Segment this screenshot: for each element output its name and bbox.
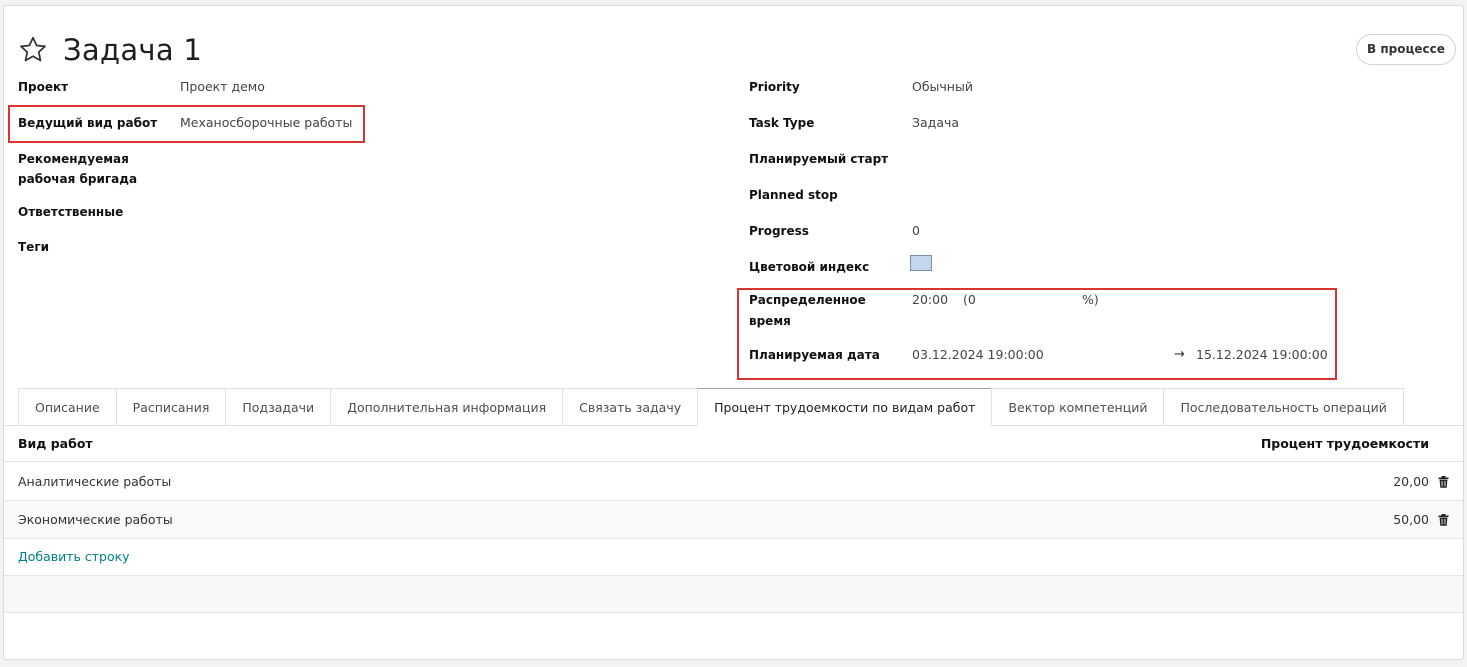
table-header: Вид работ Процент трудоемкости <box>4 426 1463 462</box>
row-work-type[interactable]: Аналитические работы <box>18 463 171 501</box>
progress-field[interactable]: 0 <box>912 220 920 242</box>
table-row[interactable]: Аналитические работы 20,00 <box>4 463 1463 501</box>
lead-work-field[interactable]: Механосборочные работы <box>180 112 352 134</box>
empty-row <box>4 576 1463 613</box>
allocated-time-label-line2: время <box>749 314 791 328</box>
allocated-time-label-line1: Распределенное <box>749 293 866 307</box>
planned-date-label: Планируемая дата <box>749 348 880 362</box>
project-label: Проект <box>18 80 69 94</box>
allocated-percent-suffix: %) <box>1082 292 1099 307</box>
priority-label: Priority <box>749 80 800 94</box>
row-percent[interactable]: 20,00 <box>1393 463 1429 501</box>
add-line-row: Добавить строку <box>4 539 1463 576</box>
column-header-percent[interactable]: Процент трудоемкости <box>1261 426 1429 462</box>
progress-label: Progress <box>749 224 809 238</box>
tab-description[interactable]: Описание <box>18 388 116 426</box>
planned-date-start-field[interactable]: 03.12.2024 19:00:00 <box>912 344 1044 366</box>
task-type-label: Task Type <box>749 116 815 130</box>
crew-label-line2: рабочая бригада <box>18 172 138 186</box>
task-type-field[interactable]: Задача <box>912 112 959 134</box>
tags-label: Теги <box>18 240 50 254</box>
star-outline-icon[interactable] <box>18 35 48 65</box>
color-index-swatch[interactable] <box>910 255 932 271</box>
planned-start-label: Планируемый старт <box>749 152 889 166</box>
trash-icon[interactable] <box>1438 514 1449 526</box>
responsible-label: Ответственные <box>18 205 124 219</box>
color-index-label: Цветовой индекс <box>749 260 870 274</box>
column-header-work-type[interactable]: Вид работ <box>18 426 93 462</box>
row-work-type[interactable]: Экономические работы <box>18 501 173 539</box>
table-row[interactable]: Экономические работы 50,00 <box>4 501 1463 539</box>
allocated-time-field[interactable]: 20:00 <box>912 289 948 311</box>
crew-label-line1: Рекомендуемая <box>18 152 129 166</box>
tab-subtasks[interactable]: Подзадачи <box>225 388 331 426</box>
title-row: Задача 1 <box>18 30 202 70</box>
tab-schedules[interactable]: Расписания <box>115 388 226 426</box>
arrow-right-icon: → <box>1174 347 1185 362</box>
project-field[interactable]: Проект демо <box>180 76 265 98</box>
tab-link-task[interactable]: Связать задачу <box>562 388 698 426</box>
tab-bar: Описание Расписания Подзадачи Дополнител… <box>18 388 1404 426</box>
tab-additional-info[interactable]: Дополнительная информация <box>330 388 563 426</box>
allocated-percent-field[interactable]: (0 <box>963 289 976 311</box>
status-button[interactable]: В процессе <box>1356 34 1456 65</box>
planned-stop-label: Planned stop <box>749 188 838 202</box>
trash-icon[interactable] <box>1438 476 1449 488</box>
tab-operation-sequence[interactable]: Последовательность операций <box>1163 388 1404 426</box>
task-form-sheet: Задача 1 В процессе Проект Проект демо В… <box>3 5 1464 660</box>
lead-work-label: Ведущий вид работ <box>18 116 158 130</box>
tab-competence-vector[interactable]: Вектор компетенций <box>991 388 1164 426</box>
page-title: Задача 1 <box>63 33 203 67</box>
row-percent[interactable]: 50,00 <box>1393 501 1429 539</box>
add-line-link[interactable]: Добавить строку <box>18 539 130 575</box>
planned-date-end-field[interactable]: 15.12.2024 19:00:00 <box>1196 344 1328 366</box>
priority-field[interactable]: Обычный <box>912 76 973 98</box>
tab-labor-percent[interactable]: Процент трудоемкости по видам работ <box>697 388 992 426</box>
